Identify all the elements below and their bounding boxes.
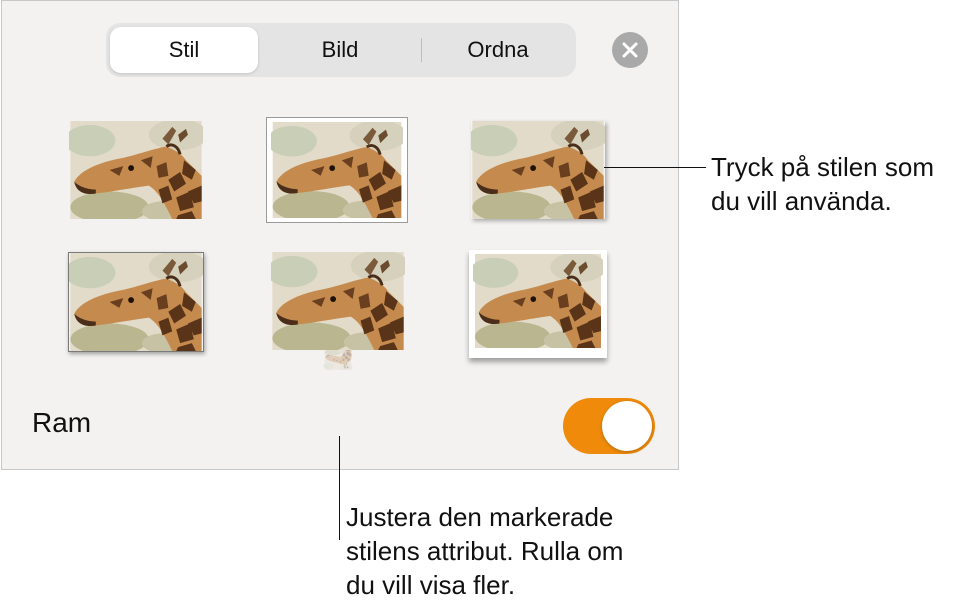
close-button[interactable] bbox=[612, 32, 648, 68]
tab-divider bbox=[421, 38, 422, 62]
adjust-callout: Justera den markerade stilens attribut. … bbox=[346, 500, 623, 602]
style-callout-line2: du vill använda. bbox=[711, 186, 892, 216]
style-callout-line1: Tryck på stilen som bbox=[711, 152, 934, 182]
tab-ordna[interactable]: Ordna bbox=[424, 27, 572, 73]
segmented-control: Stil Bild Ordna bbox=[106, 23, 576, 77]
adjust-callout-line2: stilens attribut. Rulla om bbox=[346, 536, 624, 566]
style-thumbnail-3[interactable] bbox=[471, 121, 605, 219]
tab-stil[interactable]: Stil bbox=[110, 27, 258, 73]
style-thumbnail-2[interactable] bbox=[266, 117, 408, 223]
style-callout: Tryck på stilen som du vill använda. bbox=[711, 150, 934, 218]
style-thumbnail-1[interactable] bbox=[69, 121, 203, 219]
toggle-knob bbox=[602, 401, 652, 451]
style-thumbnail-5[interactable] bbox=[271, 252, 405, 370]
close-icon bbox=[622, 42, 638, 58]
style-thumbnail-4[interactable] bbox=[68, 252, 204, 352]
adjust-callout-line bbox=[339, 436, 340, 540]
adjust-callout-line1: Justera den markerade bbox=[346, 502, 614, 532]
style-thumbnail-6[interactable] bbox=[469, 250, 607, 358]
adjust-callout-line3: du vill visa fler. bbox=[346, 570, 516, 600]
format-panel: Stil Bild Ordna Ram bbox=[1, 0, 679, 470]
style-callout-line bbox=[604, 167, 706, 168]
tab-bild[interactable]: Bild bbox=[266, 27, 414, 73]
border-label: Ram bbox=[32, 407, 92, 438]
border-toggle[interactable] bbox=[563, 398, 655, 454]
